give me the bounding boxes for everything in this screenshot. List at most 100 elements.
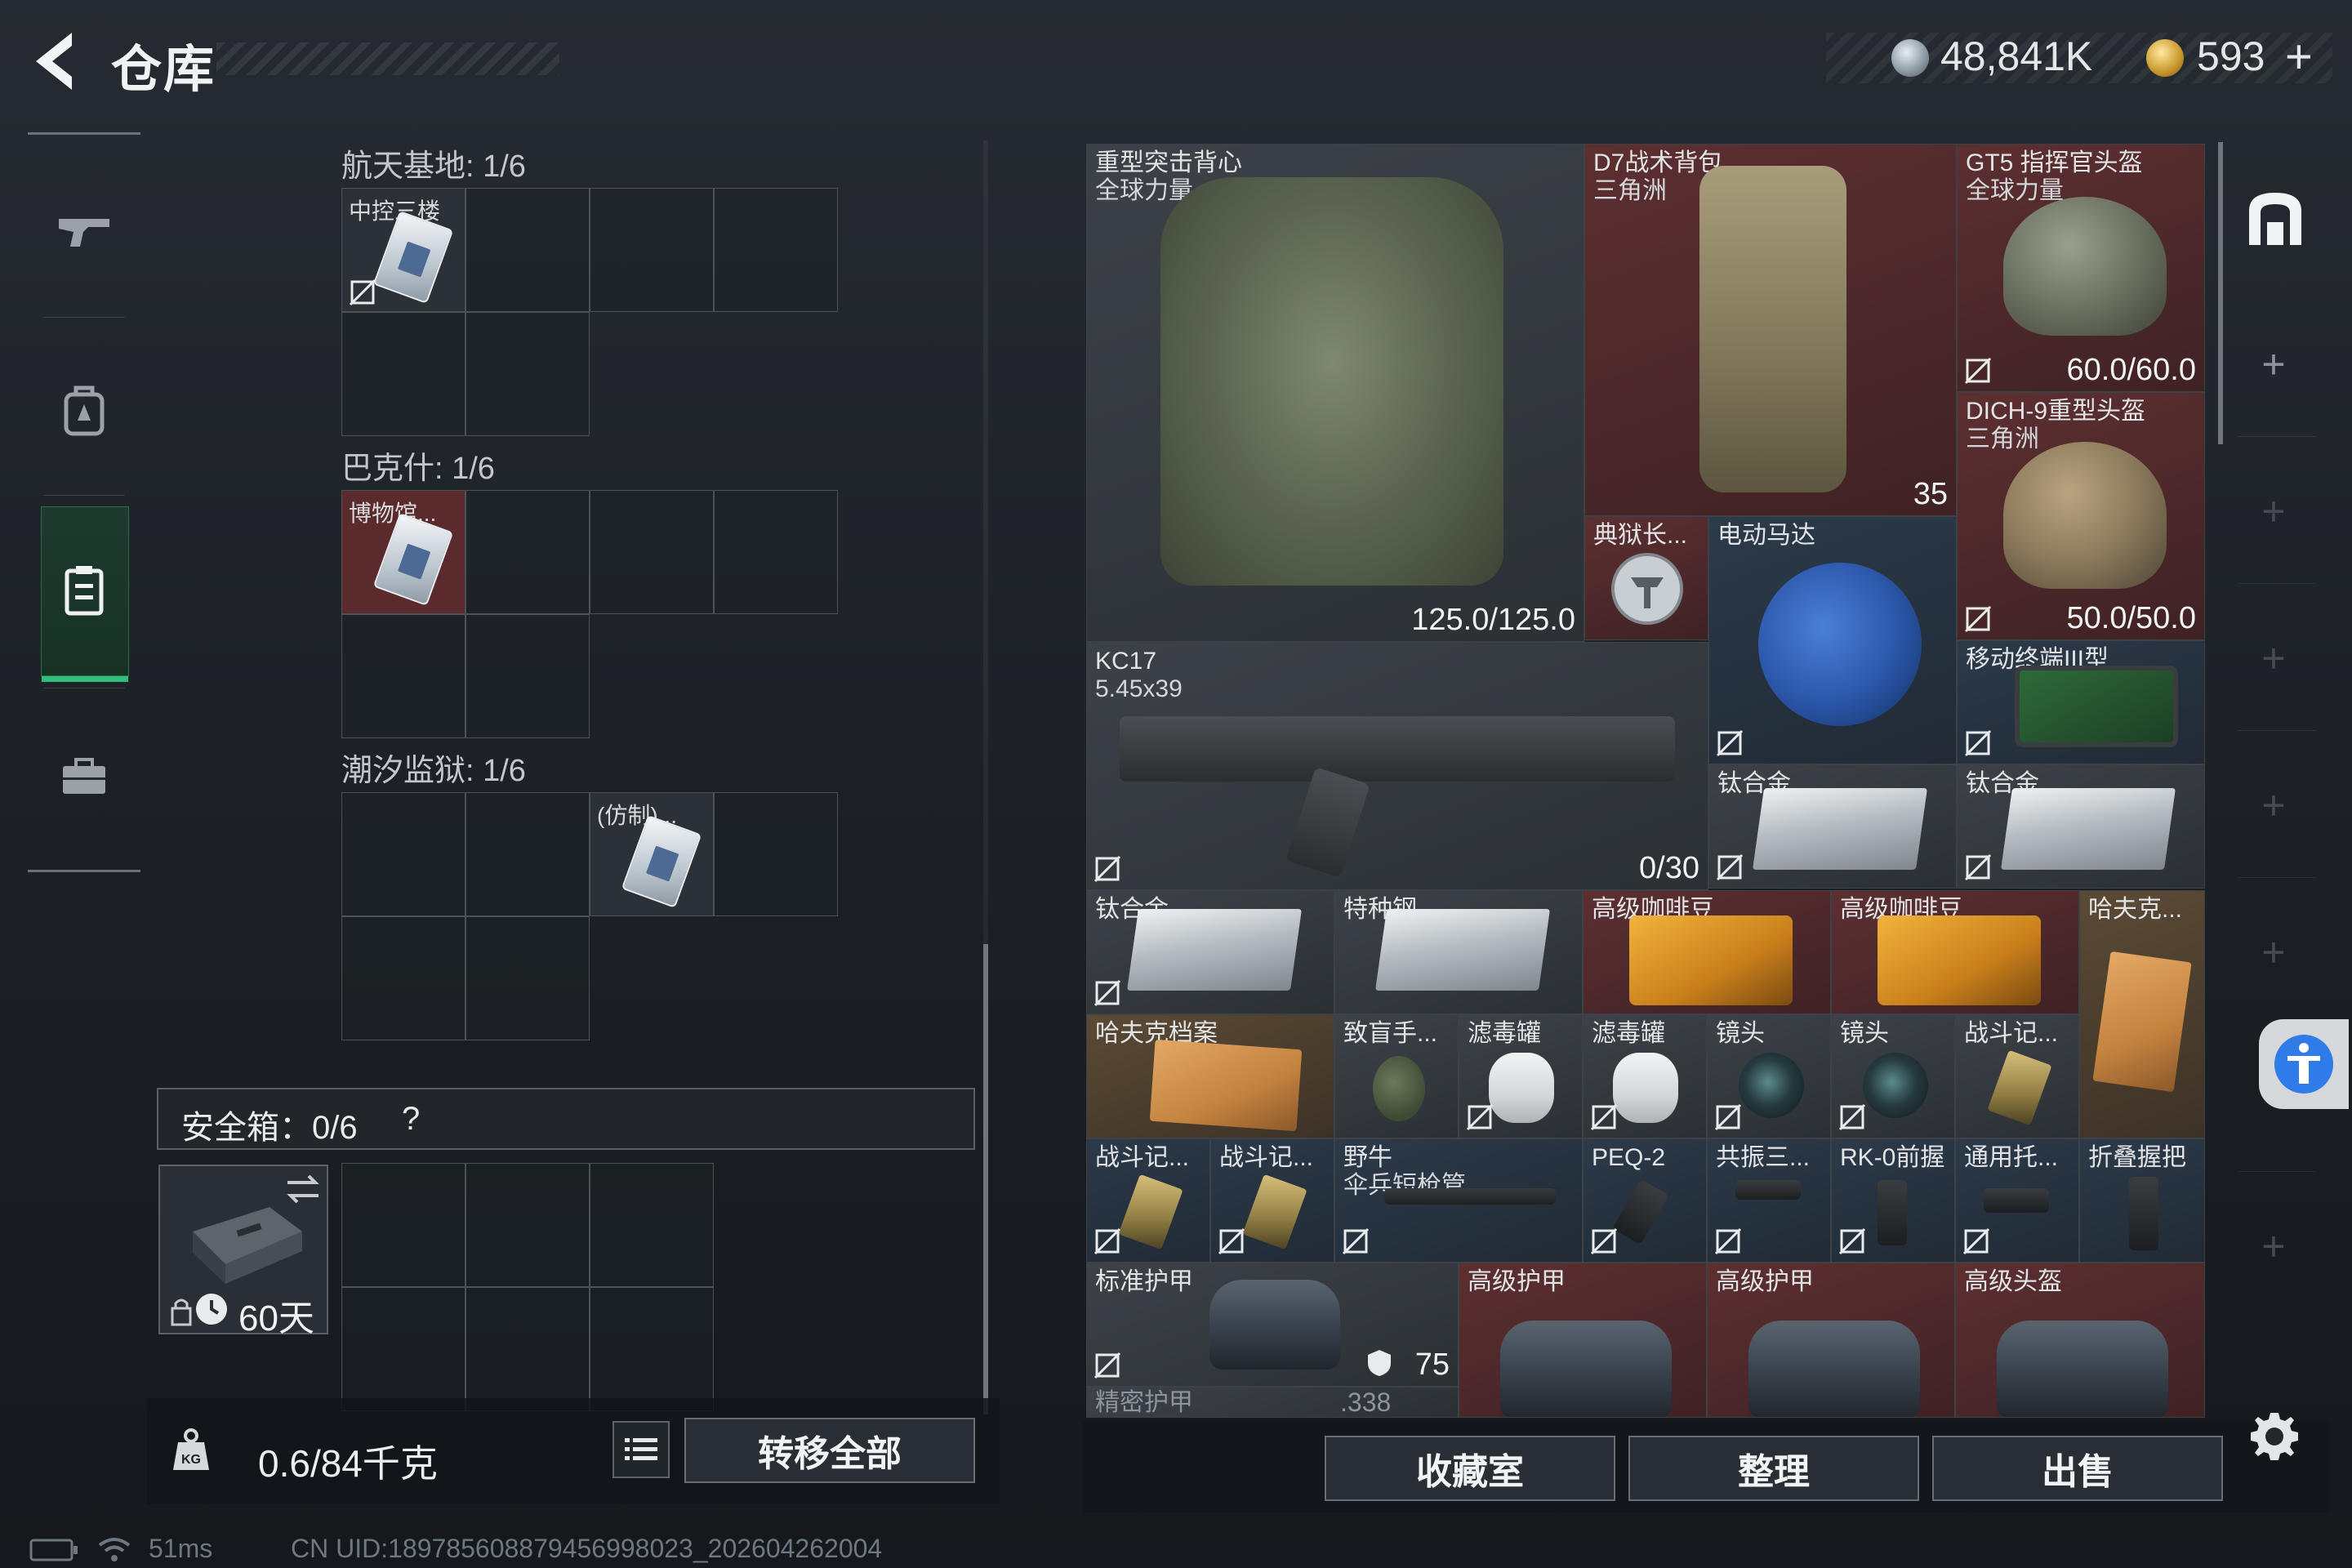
backpack-item[interactable]: 钛合金: [1086, 890, 1334, 1014]
safe-box-slot[interactable]: [590, 1163, 714, 1287]
rail-separator: [2238, 1171, 2316, 1172]
stash-slot[interactable]: [714, 490, 838, 614]
network-ping: 51ms: [149, 1534, 213, 1563]
stash-slot[interactable]: [466, 188, 590, 312]
backpack-item[interactable]: 共振三...: [1707, 1138, 1831, 1263]
backpack-item[interactable]: 钛合金: [1957, 764, 2205, 889]
nav-inventory[interactable]: [28, 506, 140, 675]
stash-slot[interactable]: [341, 614, 466, 738]
backpack-item[interactable]: 标准护甲 75: [1086, 1263, 1459, 1387]
stash-slot[interactable]: [714, 188, 838, 312]
ingot-icon: [1752, 788, 1928, 870]
stash-slot[interactable]: [466, 916, 590, 1040]
laser-module-icon: [1612, 1178, 1669, 1245]
organize-button[interactable]: 整理: [1628, 1436, 1919, 1501]
silver-coin-icon: [1891, 39, 1929, 77]
lens-icon: [1739, 1053, 1804, 1118]
stash-slot[interactable]: [590, 188, 714, 312]
safe-box-slot[interactable]: [590, 1287, 714, 1411]
stash-scrollbar-thumb[interactable]: [983, 944, 988, 1414]
stash-slot[interactable]: [466, 490, 590, 614]
backpack-item[interactable]: 战斗记...: [1210, 1138, 1334, 1263]
stash-slot[interactable]: [341, 312, 466, 436]
backpack-item[interactable]: 镜头: [1707, 1014, 1831, 1138]
stash-item-keycard[interactable]: 博物馆...: [341, 490, 466, 614]
stash-slot[interactable]: [466, 792, 590, 916]
add-gold-button[interactable]: +: [2285, 29, 2313, 84]
helmet-icon: [2003, 197, 2167, 336]
backpack-item[interactable]: 野牛 伞兵短枪管: [1334, 1138, 1583, 1263]
backpack-item[interactable]: 精密护甲 .338: [1086, 1387, 1459, 1418]
backpack-item[interactable]: 高级咖啡豆: [1831, 890, 2079, 1014]
safe-box-slot[interactable]: [341, 1163, 466, 1287]
backpack-item[interactable]: 电动马达: [1708, 516, 1957, 764]
backpack-item[interactable]: 重型突击背心 全球力量 125.0/125.0: [1086, 144, 1584, 642]
nav-backpack[interactable]: [28, 327, 140, 495]
backpack-item[interactable]: 高级头盔: [1955, 1263, 2205, 1418]
backpack-item[interactable]: GT5 指挥官头盔 全球力量 60.0/60.0: [1957, 144, 2205, 392]
backpack-item[interactable]: 特种钢: [1334, 890, 1583, 1014]
magazine-icon: [1285, 767, 1370, 878]
safe-box-slot[interactable]: [466, 1287, 590, 1411]
stash-slot[interactable]: [341, 916, 466, 1040]
backpack-item[interactable]: 通用托...: [1955, 1138, 2079, 1263]
add-slot-button[interactable]: +: [2257, 491, 2290, 532]
backpack-item[interactable]: 镜头: [1831, 1014, 1955, 1138]
exit-button[interactable]: [2243, 186, 2308, 252]
transfer-all-button[interactable]: 转移全部: [684, 1418, 975, 1483]
safe-box-slot[interactable]: [466, 1163, 590, 1287]
backpack-item[interactable]: 典狱长...: [1584, 516, 1708, 640]
item-subtitle: 全球力量: [1095, 177, 1193, 204]
item-name: 高级护甲: [1716, 1268, 1814, 1295]
backpack-item[interactable]: DICH-9重型头盔 三角洲 50.0/50.0: [1957, 392, 2205, 640]
safe-box-case[interactable]: 60天: [158, 1165, 328, 1339]
stash-slot[interactable]: [714, 792, 838, 916]
stash-slot[interactable]: [590, 490, 714, 614]
backpack-item[interactable]: 滤毒罐: [1583, 1014, 1707, 1138]
uninsured-icon: [1714, 1227, 1742, 1255]
backpack-item[interactable]: 战斗记...: [1086, 1138, 1210, 1263]
backpack-item[interactable]: 高级咖啡豆: [1583, 890, 1831, 1014]
backpack-item[interactable]: PEQ-2: [1583, 1138, 1707, 1263]
backpack-item[interactable]: 高级护甲: [1707, 1263, 1955, 1418]
backpack-item[interactable]: 哈夫克...: [2079, 890, 2205, 1138]
backpack-item[interactable]: 折叠握把: [2079, 1138, 2205, 1263]
backpack-item[interactable]: 致盲手...: [1334, 1014, 1459, 1138]
add-slot-button[interactable]: +: [2257, 932, 2290, 973]
accessibility-button[interactable]: [2259, 1019, 2349, 1109]
stash-slot[interactable]: [466, 312, 590, 436]
backpack-item[interactable]: 移动终端III型: [1957, 640, 2205, 764]
backpack-item[interactable]: KC17 5.45x39 0/30: [1086, 642, 1708, 890]
add-slot-button[interactable]: +: [2257, 344, 2290, 385]
swap-icon[interactable]: [283, 1173, 323, 1205]
stash-item-keycard[interactable]: (仿制)...: [590, 792, 714, 916]
list-view-button[interactable]: [612, 1421, 670, 1478]
backpack-item[interactable]: 哈夫克档案: [1086, 1014, 1334, 1138]
uninsured-icon: [1962, 1227, 1990, 1255]
stash-slot[interactable]: [466, 614, 590, 738]
backpack-item[interactable]: RK-0前握: [1831, 1138, 1955, 1263]
backpack-item[interactable]: 滤毒罐: [1459, 1014, 1583, 1138]
backpack-item[interactable]: 战斗记...: [1955, 1014, 2079, 1138]
stash-slot[interactable]: [341, 792, 466, 916]
collection-button[interactable]: 收藏室: [1325, 1436, 1615, 1501]
settings-button[interactable]: [2247, 1410, 2301, 1463]
safe-box-slot[interactable]: [341, 1287, 466, 1411]
safe-box-help-button[interactable]: ?: [402, 1101, 420, 1138]
sell-button[interactable]: 出售: [1932, 1436, 2223, 1501]
back-button[interactable]: [24, 24, 90, 98]
backpack-item[interactable]: 高级护甲: [1459, 1263, 1707, 1418]
backpack-scrollbar-thumb[interactable]: [2218, 142, 2223, 444]
rail-separator: [2238, 436, 2316, 437]
backpack-item[interactable]: 钛合金: [1708, 764, 1957, 889]
add-slot-button[interactable]: +: [2257, 785, 2290, 826]
backpack-item[interactable]: D7战术背包 三角洲 35: [1584, 144, 1957, 516]
add-slot-button[interactable]: +: [2257, 1226, 2290, 1267]
uninsured-icon: [1964, 729, 1992, 757]
coffee-bag-icon: [1629, 915, 1793, 1005]
nav-weapons[interactable]: [28, 147, 140, 315]
stash-item-keycard[interactable]: 中控三楼: [341, 188, 466, 312]
add-slot-button[interactable]: +: [2257, 638, 2290, 679]
nav-briefcase[interactable]: [28, 693, 140, 861]
steel-icon: [1374, 909, 1551, 991]
